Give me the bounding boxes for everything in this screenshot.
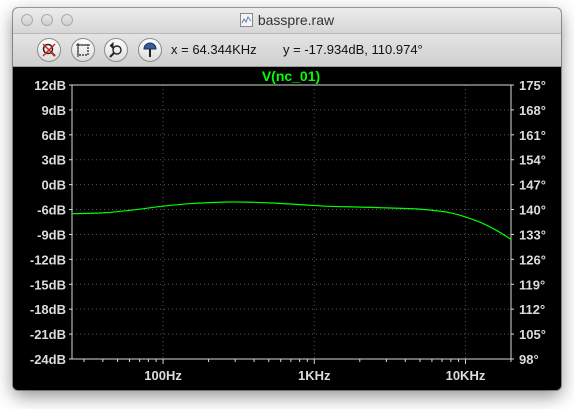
zoom-box-button[interactable] [71,38,95,62]
right-tick-label: 133° [519,227,546,242]
zoom-back-icon [109,42,122,58]
plot-background [13,67,561,390]
x-tick-label: 100Hz [144,368,182,383]
right-tick-label: 112° [519,302,545,317]
left-tick-label: -6dB [37,203,66,218]
zoom-back-button[interactable] [104,38,128,62]
trace-title[interactable]: V(nc_01) [262,68,320,84]
left-tick-label: 3dB [41,153,66,168]
bode-plot[interactable]: V(nc_01) 12dB 9dB 6dB 3dB 0dB -6dB -9dB -12dB -1… [13,67,561,390]
right-tick-label: 98° [519,352,539,367]
left-tick-label: 0dB [41,178,66,193]
left-tick-label: 9dB [41,103,66,118]
right-tick-label: 175° [519,78,546,93]
right-tick-label: 126° [519,252,546,267]
zoom-box-icon [76,43,90,57]
right-tick-label: 105° [519,327,546,342]
pick-trace-button[interactable] [138,38,162,62]
right-tick-label: 119° [519,277,545,292]
window-title-area: basspre.raw [13,12,561,28]
left-tick-label: -24dB [30,352,66,367]
toolbar: x = 64.344KHz y = -17.934dB, 110.974° [13,34,561,67]
cursor-x-readout: x = 64.344KHz [171,42,257,57]
title-bar: basspre.raw [13,8,561,34]
x-tick-label: 1KHz [298,368,331,383]
right-tick-label: 140° [519,203,546,218]
right-tick-label: 161° [519,128,546,143]
left-tick-label: -18dB [30,302,66,317]
window-title: basspre.raw [257,12,335,28]
left-tick-label: -9dB [37,227,66,242]
probe-icon [143,42,157,57]
magnify-cross-icon [42,43,56,57]
left-tick-label: -21dB [30,327,66,342]
left-tick-label: 6dB [41,128,66,143]
waveform-document-icon [239,13,253,27]
left-tick-label: -15dB [30,277,66,292]
cursor-y-readout: y = -17.934dB, 110.974° [283,42,423,57]
autorange-button[interactable] [37,38,61,62]
left-tick-label: 12dB [34,78,66,93]
right-tick-label: 147° [519,178,546,193]
waveform-window: basspre.raw x = 64.344KHz y = -17.934dB,… [13,8,561,390]
left-tick-label: -12dB [30,252,66,267]
right-tick-label: 168° [519,103,546,118]
right-tick-label: 154° [519,153,546,168]
x-tick-label: 10KHz [446,368,486,383]
